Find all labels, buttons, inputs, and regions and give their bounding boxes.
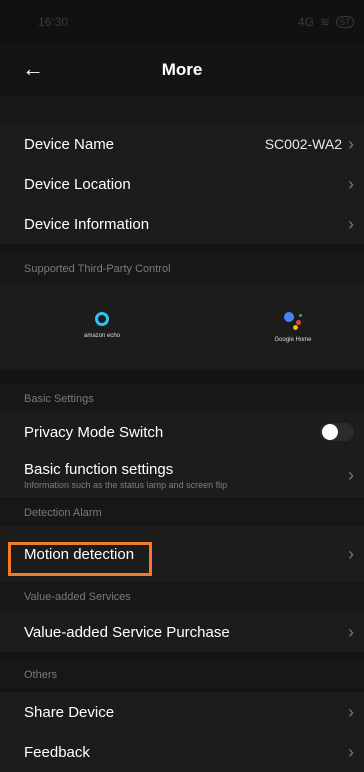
value-added-purchase-label: Value-added Service Purchase (24, 623, 230, 641)
device-information-row[interactable]: Device Information › (0, 204, 364, 244)
status-icons: 4G ≋ 57 (298, 15, 354, 29)
device-information-label: Device Information (24, 215, 150, 233)
section-detection: Detection Alarm (0, 500, 364, 526)
status-time: 16:30 (38, 15, 69, 29)
google-assistant-icon (282, 312, 304, 330)
basic-function-label: Basic function settings (24, 460, 174, 478)
share-device-label: Share Device (24, 703, 115, 721)
chevron-right-icon: › (348, 742, 354, 762)
privacy-mode-row: Privacy Mode Switch (0, 412, 364, 452)
chevron-right-icon: › (348, 622, 354, 642)
back-arrow-icon[interactable]: ← (22, 58, 44, 80)
top-app-bar: ← More (0, 44, 364, 96)
section-others: Others (0, 660, 364, 690)
chevron-right-icon: › (348, 702, 354, 722)
section-value-added: Value-added Services (0, 582, 364, 612)
amazon-echo-button[interactable]: amazon echo (82, 312, 122, 339)
feedback-row[interactable]: Feedback › (0, 732, 364, 772)
device-location-row[interactable]: Device Location › (0, 164, 364, 204)
section-basic: Basic Settings (0, 384, 364, 414)
chevron-right-icon: › (348, 214, 354, 234)
spacer (0, 96, 364, 124)
chevron-right-icon: › (348, 465, 354, 485)
value-added-purchase-row[interactable]: Value-added Service Purchase › (0, 612, 364, 652)
google-home-button[interactable]: Google Home (268, 312, 318, 343)
basic-function-text: Basic function settings Information such… (24, 461, 348, 490)
basic-function-row[interactable]: Basic function settings Information such… (0, 452, 364, 498)
amazon-echo-label: amazon echo (83, 333, 121, 339)
chevron-right-icon: › (348, 134, 354, 154)
device-name-row[interactable]: Device Name SC002-WA2 › (0, 124, 364, 164)
third-party-panel: amazon echo Google Home (0, 284, 364, 370)
basic-function-desc: Information such as the status lamp and … (24, 479, 228, 490)
battery-icon: 57 (335, 16, 354, 28)
chevron-right-icon: › (348, 174, 354, 194)
wifi-icon: ≋ (319, 15, 330, 29)
chevron-right-icon: › (348, 544, 354, 564)
section-third-party: Supported Third-Party Control (0, 254, 364, 284)
page-title: More (161, 60, 203, 79)
device-name-value: SC002-WA2 (264, 136, 342, 152)
google-home-label: Google Home (274, 337, 312, 343)
device-name-label: Device Name (24, 135, 115, 153)
privacy-mode-label: Privacy Mode Switch (24, 423, 164, 441)
feedback-label: Feedback (24, 743, 90, 761)
device-location-label: Device Location (24, 175, 131, 193)
privacy-mode-toggle[interactable] (320, 423, 354, 441)
signal-icon: 4G (297, 15, 314, 29)
highlight-box (8, 542, 152, 576)
share-device-row[interactable]: Share Device › (0, 692, 364, 732)
status-bar: 16:30 4G ≋ 57 (0, 0, 364, 44)
alexa-icon (95, 312, 109, 326)
